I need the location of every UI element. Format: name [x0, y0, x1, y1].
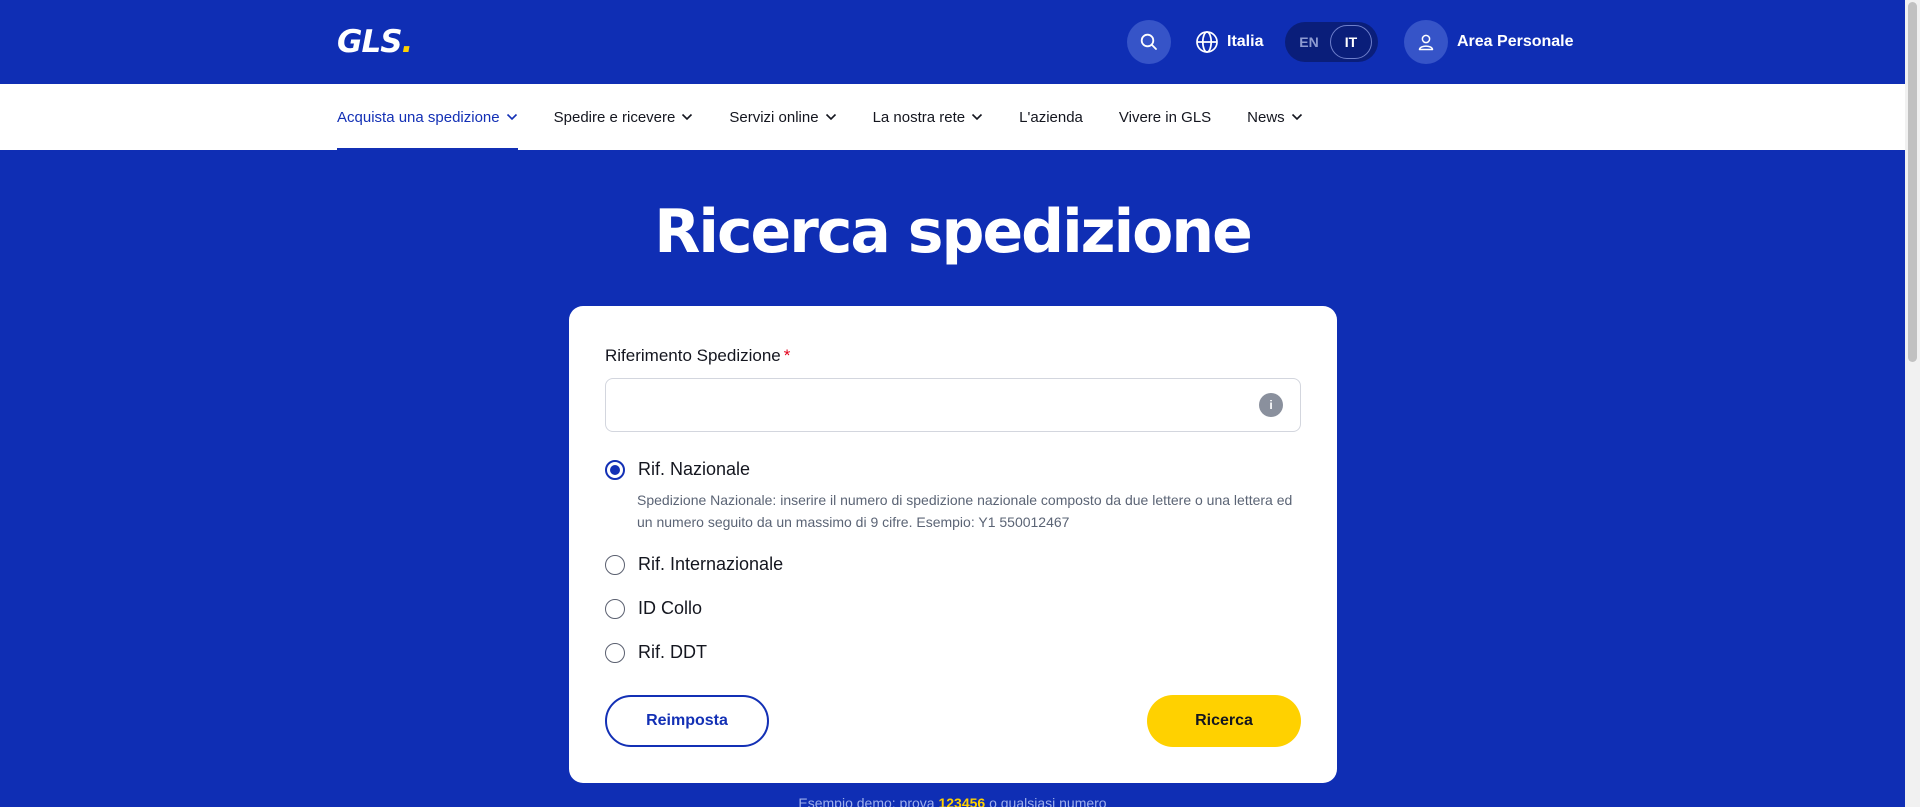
nav-item-label: L'azienda [1019, 108, 1083, 126]
account-avatar [1404, 20, 1448, 64]
radio-help-text: Spedizione Nazionale: inserire il numero… [637, 492, 1293, 530]
globe-icon [1196, 31, 1218, 53]
radio-label: Rif. Internazionale [638, 554, 784, 574]
chevron-down-icon [682, 113, 693, 121]
info-icon[interactable]: i [1259, 393, 1283, 417]
nav-item-acquista[interactable]: Acquista una spedizione [337, 84, 518, 150]
account-label: Area Personale [1457, 33, 1574, 50]
chevron-down-icon [506, 113, 517, 121]
radio-label: Rif. Nazionale [638, 459, 751, 479]
nav-item-servizi[interactable]: Servizi online [729, 84, 836, 150]
radio-button[interactable] [605, 642, 625, 663]
language-it[interactable]: IT [1330, 25, 1372, 59]
demo-hint-prefix: Esempio demo: prova [798, 795, 935, 807]
radio-label: ID Collo [638, 598, 703, 618]
nav-item-label: Acquista una spedizione [337, 108, 500, 126]
language-en[interactable]: EN [1288, 25, 1330, 59]
page-scrollbar[interactable] [1905, 0, 1920, 807]
nav-item-spedire[interactable]: Spedire e ricevere [554, 84, 694, 150]
chevron-down-icon [1291, 113, 1302, 121]
reference-input[interactable] [605, 378, 1301, 432]
radio-option-ddt[interactable]: Rif. DDT [605, 642, 707, 663]
scrollbar-thumb[interactable] [1908, 2, 1917, 362]
chevron-down-icon [825, 113, 836, 121]
tracking-form-card: Riferimento Spedizione * i Rif. Nazionale… [569, 306, 1337, 783]
page-title: Ricerca spedizione [654, 197, 1253, 267]
gls-logo[interactable]: GLS. [337, 24, 414, 60]
nav-item-news[interactable]: News [1247, 84, 1303, 150]
country-label: Italia [1227, 33, 1264, 50]
required-mark: * [783, 346, 791, 365]
search-icon [1140, 33, 1157, 50]
user-icon [1418, 34, 1434, 51]
language-toggle: EN IT [1285, 22, 1378, 62]
top-header: GLS. Italia EN IT Area Personale [0, 0, 1905, 84]
chevron-down-icon [972, 113, 983, 121]
reset-button[interactable]: Reimposta [605, 695, 769, 747]
field-label-text: Riferimento Spedizione [605, 346, 781, 365]
nav-item-azienda[interactable]: L'azienda [1019, 84, 1083, 150]
radio-button-checked[interactable] [605, 459, 625, 480]
radio-option-nazionale[interactable]: Rif. Nazionale [605, 459, 750, 480]
search-submit-button[interactable]: Ricerca [1147, 695, 1301, 747]
logo-dot: . [401, 24, 414, 60]
logo-text: GLS [337, 24, 403, 60]
radio-button[interactable] [605, 598, 625, 619]
radio-option-id-collo[interactable]: ID Collo [605, 598, 702, 619]
demo-hint: Esempio demo: prova 123456 o qualsiasi n… [0, 795, 1905, 807]
field-label: Riferimento Spedizione * [605, 346, 790, 366]
radio-label: Rif. DDT [638, 642, 707, 662]
nav-item-label: La nostra rete [872, 108, 966, 126]
nav-items: Acquista una spedizione Spedire e riceve… [337, 84, 1339, 150]
search-button[interactable] [1127, 20, 1171, 64]
country-selector[interactable]: Italia [1195, 28, 1263, 56]
nav-item-label: News [1247, 108, 1285, 126]
radio-button[interactable] [605, 554, 625, 575]
nav-item-rete[interactable]: La nostra rete [873, 84, 984, 150]
radio-option-internazionale[interactable]: Rif. Internazionale [605, 554, 783, 575]
nav-item-label: Vivere in GLS [1118, 108, 1212, 126]
main-navigation: Acquista una spedizione Spedire e riceve… [0, 84, 1905, 150]
nav-item-label: Servizi online [729, 108, 819, 126]
demo-hint-suffix: o qualsiasi numero [989, 795, 1107, 807]
nav-item-vivere[interactable]: Vivere in GLS [1119, 84, 1211, 150]
nav-item-label: Spedire e ricevere [553, 108, 676, 126]
area-personale-button[interactable]: Area Personale [1404, 20, 1574, 64]
demo-hint-code[interactable]: 123456 [938, 795, 985, 807]
